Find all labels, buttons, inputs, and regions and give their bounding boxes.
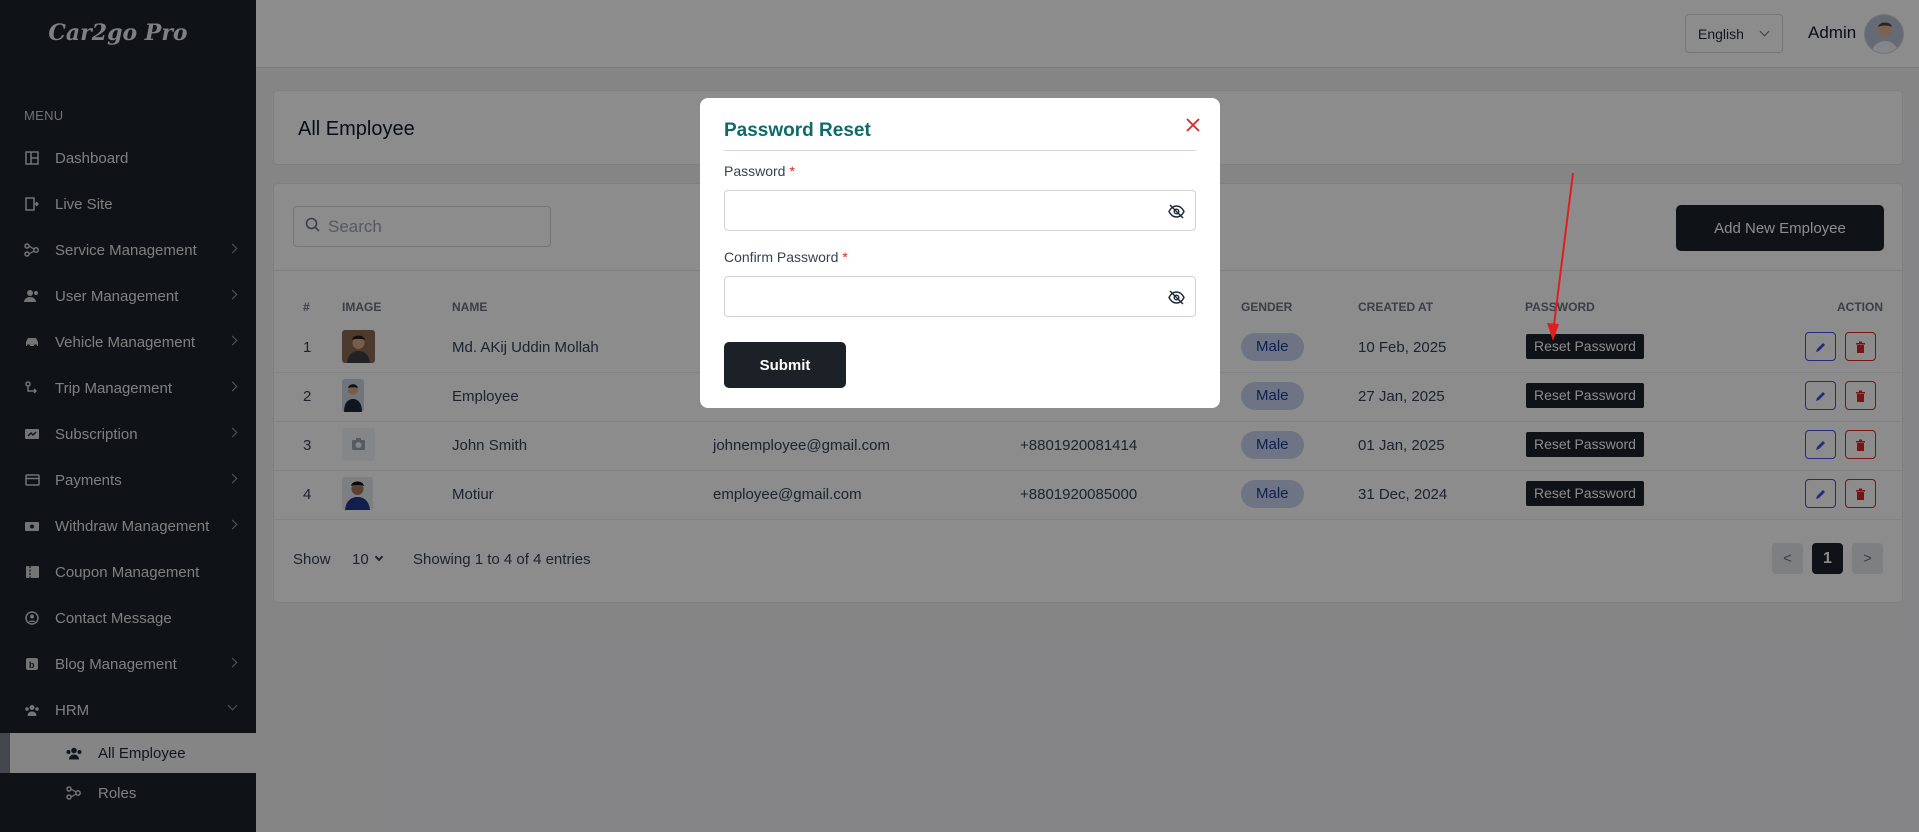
eye-off-icon[interactable] [1168, 289, 1185, 306]
password-input[interactable] [735, 199, 1145, 223]
password-label: Password * [724, 163, 795, 179]
required-mark: * [789, 163, 795, 179]
confirm-password-input[interactable] [735, 285, 1145, 309]
modal-title: Password Reset [724, 120, 871, 141]
confirm-password-field[interactable] [724, 276, 1196, 317]
close-icon[interactable] [1184, 116, 1202, 134]
eye-off-icon[interactable] [1168, 203, 1185, 220]
modal-divider [724, 150, 1196, 151]
submit-button[interactable]: Submit [724, 342, 846, 388]
password-field[interactable] [724, 190, 1196, 231]
required-mark: * [842, 249, 848, 265]
password-reset-modal: Password Reset Password * Confirm Passwor… [700, 98, 1220, 408]
password-label-text: Password [724, 163, 786, 179]
confirm-password-label: Confirm Password * [724, 249, 848, 265]
confirm-password-label-text: Confirm Password [724, 249, 839, 265]
